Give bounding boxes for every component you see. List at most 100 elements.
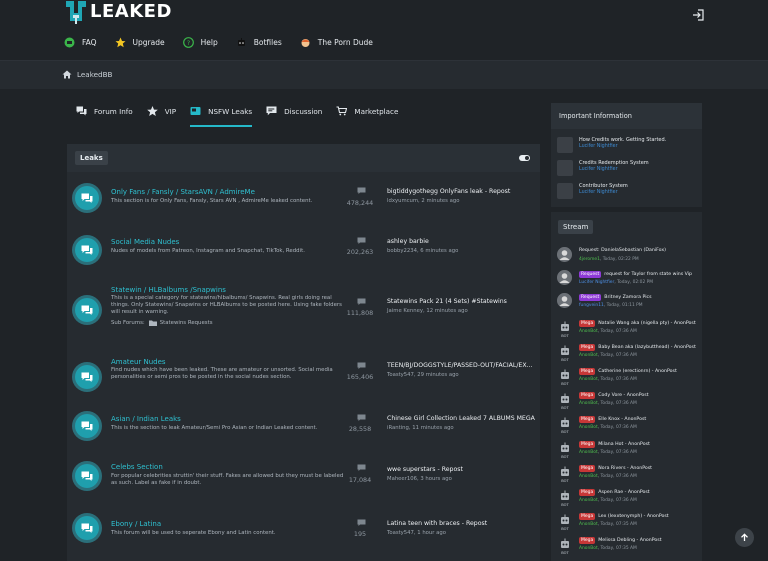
stream-thread-title[interactable]: Natalie Wang aka (nigella pty) - AnonPos… [598, 321, 695, 326]
forum-title[interactable]: Social Media Nudes [111, 238, 179, 246]
avatar[interactable] [557, 293, 572, 308]
stream-username[interactable]: AnonBot [579, 329, 598, 334]
sub-forum-link[interactable]: Statewins Requests [160, 320, 213, 326]
forum-row[interactable]: Amateur Nudes Find nudes which have been… [67, 356, 540, 404]
stream-username[interactable]: AnonBot [579, 474, 598, 479]
stream-item[interactable]: Request request for Taylor from state win… [557, 270, 699, 292]
forum-title[interactable]: Only Fans / Fansly / StarsAVN / AdmireMe [111, 188, 255, 196]
important-item[interactable]: How Credits work. Getting Started. Lucif… [557, 137, 666, 153]
stream-thread-title[interactable]: Cody Vore - AnonPost [598, 393, 648, 398]
forum-title[interactable]: Ebony / Latina [111, 520, 161, 528]
stream-username[interactable]: AnonBot [579, 377, 598, 382]
tab-forum-info[interactable]: Forum Info [76, 106, 133, 122]
bot-avatar[interactable]: BOT [557, 319, 572, 338]
forum-title[interactable]: Celebs Section [111, 463, 163, 471]
bot-avatar[interactable]: BOT [557, 488, 572, 507]
nav-help[interactable]: ? Help [182, 37, 218, 48]
last-post-title[interactable]: Latina teen with braces - Repost [387, 520, 537, 527]
bot-avatar[interactable]: BOT [557, 367, 572, 386]
stream-thread-title[interactable]: Elle Knox - AnonPost [598, 417, 646, 422]
stream-item[interactable]: BOT Mega Catherine (erectionrn) - AnonPost… [557, 367, 699, 389]
collapse-toggle[interactable] [519, 155, 530, 161]
stream-item[interactable]: BOT Mega Natalie Wang aka (nigella pty) - … [557, 319, 699, 341]
last-post-title[interactable]: Statewins Pack 21 (4 Sets) #Statewins [387, 298, 537, 305]
forum-row[interactable]: Social Media Nudes Nudes of models from … [67, 232, 540, 272]
tab-vip[interactable]: VIP [146, 106, 176, 122]
important-title[interactable]: How Credits work. Getting Started. [579, 137, 666, 144]
important-item[interactable]: Credits Redemption System Lucifer Nightf… [557, 160, 649, 176]
bot-avatar[interactable]: BOT [557, 415, 572, 434]
nav-botfiles[interactable]: Botfiles [236, 37, 282, 48]
section-title[interactable]: Leaks [75, 151, 108, 165]
stream-item[interactable]: BOT Mega Aspen Rae - AnonPost AnonBot, Toda… [557, 488, 699, 510]
bot-avatar[interactable]: BOT [557, 343, 572, 362]
stream-item[interactable]: BOT Mega Milana Hot - AnonPost AnonBot, Tod… [557, 440, 699, 462]
forum-title[interactable]: Amateur Nudes [111, 358, 166, 366]
last-post-title[interactable]: wwe superstars - Repost [387, 466, 537, 473]
forum-row[interactable]: Celebs Section For popular celebrities s… [67, 460, 540, 510]
bot-avatar[interactable]: BOT [557, 391, 572, 410]
last-post-title[interactable]: Chinese Girl Collection Leaked 7 ALBUMS … [387, 415, 537, 422]
bot-label: BOT [561, 430, 569, 434]
stream-item[interactable]: BOT Mega Lex (lexxtenymph) - AnonPost AnonB… [557, 512, 699, 534]
forum-row[interactable]: Asian / Indian Leaks This is the section… [67, 410, 540, 450]
tab-nsfw-leaks[interactable]: NSFW Leaks [190, 106, 253, 127]
stream-thread-title[interactable]: Nora Rivers - AnonPost [598, 466, 652, 471]
tab-discussion[interactable]: Discussion [266, 106, 322, 122]
stream-thread-title[interactable]: Milana Hot - AnonPost [598, 442, 650, 447]
login-icon[interactable] [692, 9, 704, 21]
stream-item[interactable]: BOT Mega Cody Vore - AnonPost AnonBot, Toda… [557, 391, 699, 413]
nav-faq[interactable]: FAQ [64, 37, 97, 48]
stream-username[interactable]: Lucifer Nightfier [579, 280, 614, 285]
stream-thread-title[interactable]: Request: DanielaSebastian (DaniFox) [579, 248, 666, 253]
stream-username[interactable]: 4jerome1 [579, 257, 600, 262]
stream-item[interactable]: Request Britney Zamora Pics fungvein11, To… [557, 293, 699, 315]
bot-avatar[interactable]: BOT [557, 440, 572, 459]
scroll-to-top-button[interactable] [735, 528, 754, 547]
forum-row[interactable]: Ebony / Latina This forum will be used t… [67, 514, 540, 554]
nav-upgrade[interactable]: Upgrade [115, 37, 165, 48]
stream-item[interactable]: BOT Mega Melissa Debling - AnonPost AnonBot… [557, 536, 699, 558]
stream-item[interactable]: BOT Mega Elle Knox - AnonPost AnonBot, Toda… [557, 415, 699, 437]
stream-username[interactable]: AnonBot [579, 546, 598, 551]
stream-item[interactable]: Request: DanielaSebastian (DaniFox) 4jero… [557, 247, 699, 269]
important-title[interactable]: Contributor System [579, 183, 628, 190]
bot-avatar[interactable]: BOT [557, 512, 572, 531]
stream-thread-title[interactable]: request for Taylor from state wins Vip [604, 272, 692, 277]
last-post-title[interactable]: TEEN/BJ/DOGGSTYLE/PASSED-OUT/FACIAL/EX..… [387, 362, 537, 369]
stream-thread-title[interactable]: Lex (lexxtenymph) - AnonPost [598, 514, 668, 519]
last-post-title[interactable]: ashley barbie [387, 238, 537, 245]
stream-username[interactable]: AnonBot [579, 401, 598, 406]
stream-username[interactable]: AnonBot [579, 498, 598, 503]
stream-thread-title[interactable]: Catherine (erectionrn) - AnonPost [598, 369, 677, 374]
important-author[interactable]: Lucifer Nightfier [579, 190, 628, 195]
stream-item[interactable]: BOT Mega Baby Bean aka (lazybutthead) - An… [557, 343, 699, 365]
avatar[interactable] [557, 270, 572, 285]
stream-username[interactable]: AnonBot [579, 425, 598, 430]
stream-thread-title[interactable]: Melissa Debling - AnonPost [598, 538, 661, 543]
stream-username[interactable]: AnonBot [579, 353, 598, 358]
stream-username[interactable]: AnonBot [579, 450, 598, 455]
last-post-title[interactable]: bigtiddygothegg OnlyFans leak - Repost [387, 188, 537, 195]
forum-title[interactable]: Statewin / HLBalbums /Snapwins [111, 286, 226, 294]
breadcrumb[interactable]: LeakedBB [62, 70, 112, 79]
stream-thread-title[interactable]: Baby Bean aka (lazybutthead) - AnonPost [598, 345, 696, 350]
avatar[interactable] [557, 247, 572, 262]
stream-username[interactable]: fungvein11 [579, 303, 604, 308]
important-author[interactable]: Lucifer Nightfier [579, 144, 666, 149]
stream-thread-title[interactable]: Britney Zamora Pics [604, 295, 651, 300]
forum-row[interactable]: Only Fans / Fansly / StarsAVN / AdmireMe… [67, 180, 540, 220]
stream-username[interactable]: AnonBot [579, 522, 598, 527]
important-item[interactable]: Contributor System Lucifer Nightfier [557, 183, 628, 199]
bot-avatar[interactable]: BOT [557, 536, 572, 555]
bot-avatar[interactable]: BOT [557, 464, 572, 483]
important-title[interactable]: Credits Redemption System [579, 160, 649, 167]
stream-item[interactable]: BOT Mega Nora Rivers - AnonPost AnonBot, To… [557, 464, 699, 486]
important-author[interactable]: Lucifer Nightfier [579, 167, 649, 172]
forum-title[interactable]: Asian / Indian Leaks [111, 415, 181, 423]
forum-row[interactable]: Statewin / HLBalbums /Snapwins This is a… [67, 284, 540, 344]
tab-marketplace[interactable]: Marketplace [336, 106, 398, 122]
site-logo[interactable]: LEAKED [64, 0, 172, 28]
stream-thread-title[interactable]: Aspen Rae - AnonPost [598, 490, 649, 495]
nav-porn-dude[interactable]: The Porn Dude [300, 37, 373, 48]
